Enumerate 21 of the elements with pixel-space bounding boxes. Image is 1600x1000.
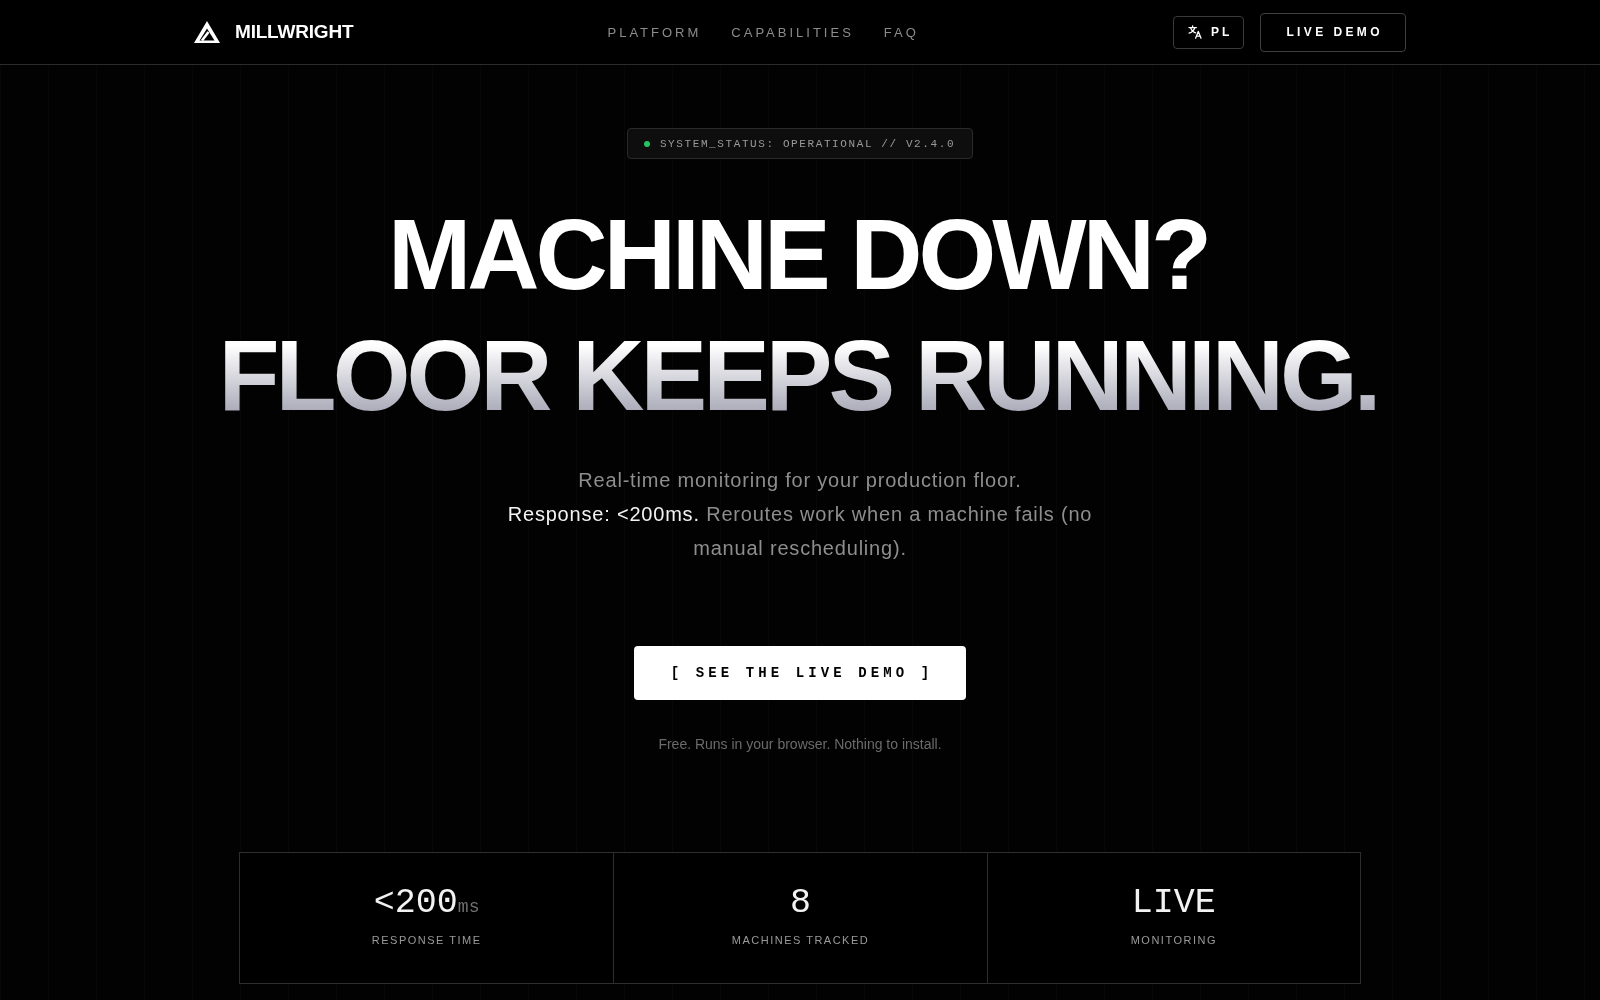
nav-link[interactable]: PLATFORM: [607, 24, 702, 40]
language-button[interactable]: PL: [1173, 15, 1245, 49]
stat-label: MACHINES TRACKED: [731, 933, 870, 947]
note-text: Free. Runs in your browser. Nothing to install.: [658, 735, 942, 754]
language-icon: [1188, 25, 1203, 39]
see-live-demo-button[interactable]: [ SEE THE LIVE DEMO ]: [633, 646, 967, 700]
stat-value: LIVE: [1131, 883, 1216, 923]
status-text: SYSTEM_STATUS: OPERATIONAL // V2.4.0: [659, 137, 956, 150]
headline: MACHINE DOWN?: [387, 197, 1210, 312]
stat-unit: ms: [457, 897, 480, 919]
subtitle-text: Real-time monitoring for your production floor.: [577, 468, 1023, 493]
nav-link[interactable]: CAPABILITIES: [731, 24, 854, 40]
nav-link[interactable]: FAQ: [883, 24, 919, 40]
logo-icon: [194, 21, 220, 43]
subtitle-text: Response: <200ms. Reroutes work when a machine fails (no manual rescheduling).: [506, 502, 1094, 561]
stat-value: <200: [373, 883, 458, 923]
stat-label: MONITORING: [1130, 933, 1217, 947]
stat-value: 8: [790, 883, 811, 923]
stat-label: RESPONSE TIME: [371, 933, 482, 947]
live-demo-button[interactable]: LIVE DEMO: [1260, 12, 1406, 52]
logo-link[interactable]: MILLWRIGHT: [194, 21, 354, 43]
